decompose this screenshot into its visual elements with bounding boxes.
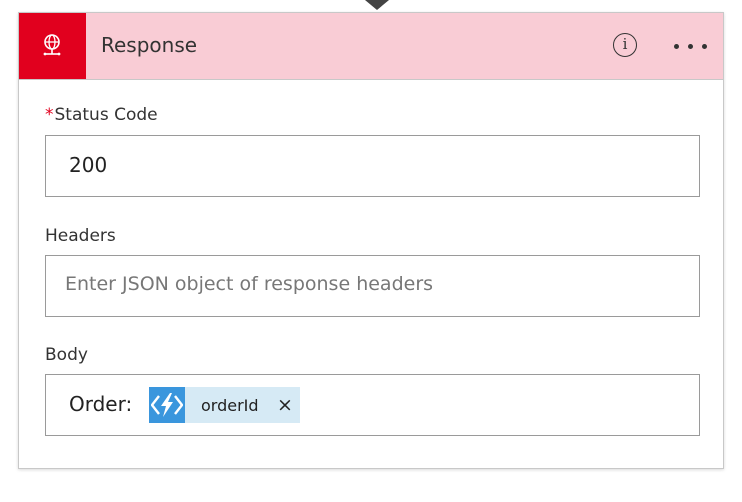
globe-request-icon <box>19 13 86 79</box>
headers-label: Headers <box>45 226 116 246</box>
status-code-value: 200 <box>69 153 108 177</box>
headers-placeholder: Enter JSON object of response headers <box>65 273 434 295</box>
azure-function-icon <box>149 387 185 423</box>
connector-arrow <box>365 0 389 10</box>
remove-token-icon[interactable]: × <box>277 393 293 417</box>
body-label: Body <box>45 345 88 365</box>
status-code-field[interactable]: 200 <box>45 135 700 197</box>
status-code-label: *Status Code <box>45 105 158 125</box>
action-title: Response <box>101 33 198 57</box>
required-indicator: * <box>45 105 54 125</box>
response-action-card: Response i *Status Code 200 Headers Ente… <box>18 12 724 469</box>
body-prefix-text: Order: <box>69 392 133 416</box>
more-ellipsis-icon[interactable] <box>671 35 711 57</box>
info-icon[interactable]: i <box>613 33 637 57</box>
body-field[interactable]: Order: orderId × <box>45 374 700 436</box>
headers-field[interactable]: Enter JSON object of response headers <box>45 255 700 317</box>
card-header[interactable]: Response i <box>19 13 723 80</box>
token-label: orderId <box>201 396 259 415</box>
dynamic-content-token[interactable]: orderId × <box>149 387 300 423</box>
